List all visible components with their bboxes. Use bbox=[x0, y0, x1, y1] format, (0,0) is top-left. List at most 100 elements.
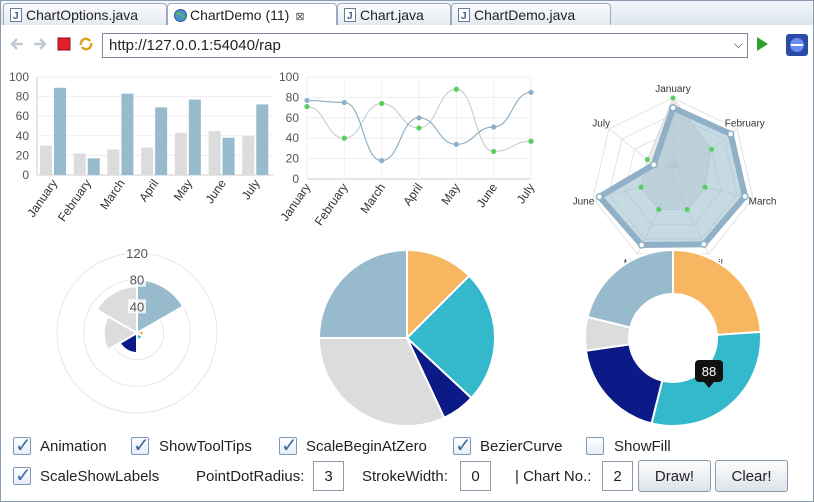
data-point bbox=[304, 103, 310, 110]
bar bbox=[155, 107, 168, 175]
refresh-icon[interactable] bbox=[78, 36, 94, 52]
radar-label: February bbox=[725, 119, 765, 130]
radar-label: March bbox=[749, 196, 777, 207]
tab-label: ChartDemo.java bbox=[474, 7, 576, 23]
data-point bbox=[700, 240, 708, 249]
radar-label: June bbox=[573, 196, 595, 207]
tab-label: ChartOptions.java bbox=[26, 7, 139, 23]
clear-button[interactable]: Clear! bbox=[715, 460, 788, 492]
tab-chartdemo-browser[interactable]: ChartDemo (11) ⊠ bbox=[167, 3, 337, 26]
browser-toolbar: http://127.0.0.1:54040/rap ⌵ bbox=[1, 25, 813, 63]
x-tick-label: June bbox=[202, 176, 229, 206]
x-tick-label: July bbox=[514, 181, 538, 207]
check-icon: ✓ bbox=[15, 463, 32, 487]
bar bbox=[40, 145, 52, 175]
polar-tick-label: 80 bbox=[130, 273, 144, 288]
data-point bbox=[528, 138, 534, 144]
tab-chartdemo-java[interactable]: J ChartDemo.java bbox=[451, 3, 611, 25]
data-point bbox=[453, 86, 459, 92]
animation-checkbox[interactable]: ✓ bbox=[13, 433, 32, 457]
bar bbox=[174, 132, 187, 175]
x-tick-label: February bbox=[312, 181, 351, 228]
data-point bbox=[708, 146, 714, 152]
svg-text:J: J bbox=[347, 11, 353, 22]
draw-button[interactable]: Draw! bbox=[638, 460, 711, 492]
data-point bbox=[379, 100, 385, 107]
y-tick-label: 80 bbox=[286, 90, 300, 104]
data-point bbox=[491, 124, 497, 130]
stop-icon[interactable] bbox=[56, 36, 72, 52]
data-point bbox=[453, 141, 459, 147]
check-icon: ✓ bbox=[455, 433, 472, 457]
polar-tick-label: 120 bbox=[126, 246, 148, 261]
show-fill-checkbox[interactable] bbox=[586, 437, 604, 455]
data-point bbox=[491, 148, 497, 155]
bar bbox=[208, 130, 221, 175]
show-tooltips-checkbox[interactable]: ✓ bbox=[131, 433, 150, 457]
data-point bbox=[637, 241, 646, 249]
y-tick-label: 60 bbox=[16, 109, 30, 123]
doughnut-segment bbox=[584, 343, 664, 425]
data-point bbox=[741, 192, 749, 201]
x-tick-label: January bbox=[277, 181, 313, 224]
data-point bbox=[669, 104, 677, 112]
tab-label: ChartDemo (11) bbox=[190, 7, 290, 23]
y-tick-label: 20 bbox=[16, 148, 30, 162]
doughnut-segment bbox=[586, 248, 674, 329]
stroke-width-input[interactable]: 0 bbox=[460, 461, 491, 491]
data-point bbox=[644, 157, 650, 163]
x-tick-label: March bbox=[97, 177, 128, 212]
java-file-icon: J bbox=[10, 8, 22, 22]
svg-text:J: J bbox=[461, 11, 467, 22]
polar-area-chart: 40 80 120 bbox=[56, 246, 218, 414]
forward-arrow-icon[interactable] bbox=[32, 36, 48, 52]
x-tick-label: January bbox=[24, 177, 60, 220]
x-tick-label: February bbox=[55, 177, 94, 224]
scale-show-labels-checkbox[interactable]: ✓ bbox=[13, 463, 32, 487]
chart-no-input[interactable]: 2 bbox=[602, 461, 633, 491]
tab-label: Chart.java bbox=[360, 7, 424, 23]
eclipse-icon[interactable] bbox=[786, 34, 808, 56]
url-field[interactable]: http://127.0.0.1:54040/rap ⌵ bbox=[102, 33, 748, 58]
chevron-down-icon[interactable]: ⌵ bbox=[734, 37, 743, 52]
check-icon: ✓ bbox=[133, 433, 150, 457]
radar-label: January bbox=[655, 84, 691, 95]
data-point bbox=[726, 130, 735, 138]
tab-chartoptions-java[interactable]: J ChartOptions.java bbox=[3, 3, 167, 25]
data-point bbox=[341, 99, 347, 106]
back-arrow-icon[interactable] bbox=[9, 36, 25, 52]
y-tick-label: 40 bbox=[286, 131, 300, 145]
show-tooltips-label: ShowToolTips bbox=[159, 438, 252, 455]
data-point bbox=[702, 184, 708, 190]
data-point bbox=[528, 89, 534, 95]
chart-no-label: | Chart No.: bbox=[515, 468, 592, 485]
data-point bbox=[341, 135, 347, 141]
go-icon[interactable] bbox=[757, 37, 768, 51]
data-point bbox=[650, 160, 658, 169]
animation-label: Animation bbox=[40, 438, 107, 455]
editor-tab-bar: J ChartOptions.java ChartDemo (11) ⊠ J Char… bbox=[1, 1, 813, 26]
url-text: http://127.0.0.1:54040/rap bbox=[109, 37, 281, 54]
bar-chart: 0 20 40 60 80 100 JanuaryFebruary March April May… bbox=[9, 70, 273, 224]
bar bbox=[121, 93, 134, 175]
x-tick-label: July bbox=[239, 177, 263, 203]
radar-series bbox=[596, 104, 748, 249]
check-icon: ✓ bbox=[281, 433, 298, 457]
bezier-curve-checkbox[interactable]: ✓ bbox=[453, 433, 472, 457]
x-tick-label: April bbox=[400, 181, 425, 209]
scale-show-labels-label: ScaleShowLabels bbox=[40, 468, 160, 485]
close-icon[interactable]: ⊠ bbox=[295, 10, 304, 23]
bar bbox=[87, 158, 100, 175]
radar-chart: JanuaryFebruaryMarchAprilMayJuneJuly20 bbox=[573, 84, 777, 270]
y-tick-label: 40 bbox=[16, 129, 30, 143]
tab-chart-java[interactable]: J Chart.java bbox=[337, 3, 451, 25]
data-point bbox=[656, 207, 662, 213]
point-dot-radius-input[interactable]: 3 bbox=[313, 461, 344, 491]
show-fill-label: ShowFill bbox=[614, 438, 671, 455]
scale-begin-at-zero-checkbox[interactable]: ✓ bbox=[279, 433, 298, 457]
y-tick-label: 60 bbox=[286, 111, 300, 125]
x-tick-label: May bbox=[171, 177, 195, 204]
x-tick-label: May bbox=[438, 181, 462, 208]
polar-tick-label: 40 bbox=[130, 299, 144, 314]
bezier-curve-label: BezierCurve bbox=[480, 438, 563, 455]
